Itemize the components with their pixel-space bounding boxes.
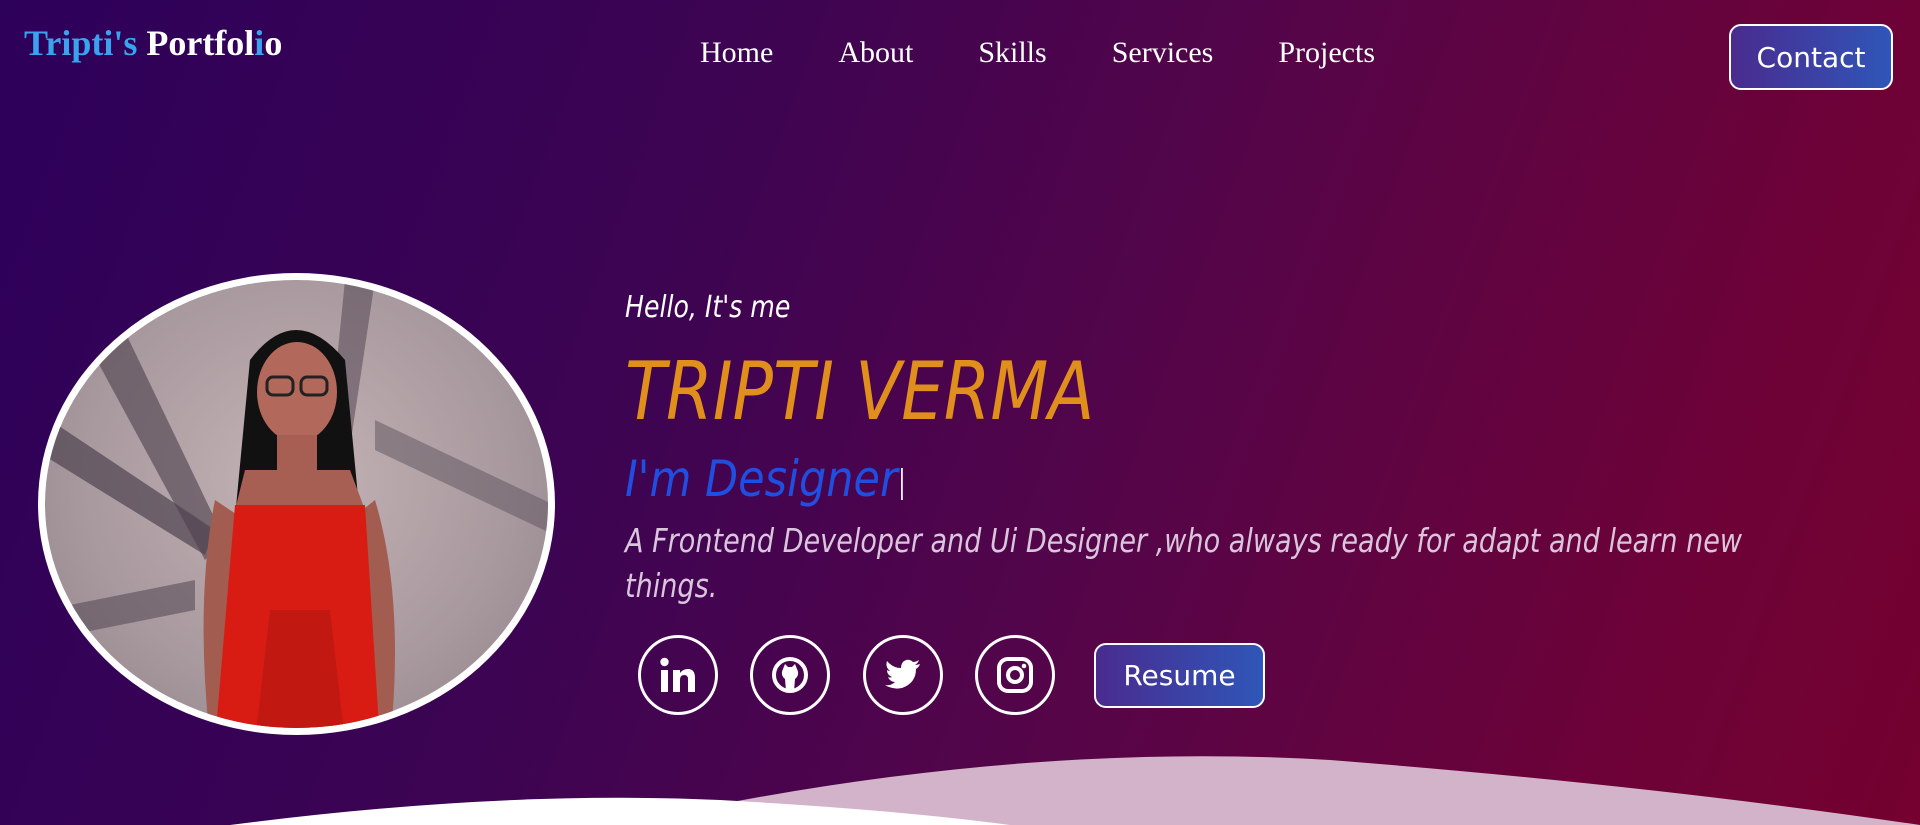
- hero-name: TRIPTI VERMA: [625, 345, 1095, 438]
- hero-role-text: I'm Designer: [625, 450, 898, 508]
- github-icon: [772, 657, 808, 693]
- instagram-icon: [997, 657, 1033, 693]
- logo-text-3: i: [254, 23, 265, 63]
- main-nav: Home About Skills Services Projects: [700, 36, 1375, 70]
- typing-cursor: [901, 468, 903, 500]
- linkedin-link[interactable]: [638, 635, 718, 715]
- github-link[interactable]: [750, 635, 830, 715]
- hero-greeting: Hello, It's me: [625, 290, 791, 325]
- nav-home[interactable]: Home: [700, 36, 773, 70]
- logo-text-4: o: [264, 23, 283, 63]
- hero-role: I'm Designer: [625, 450, 903, 508]
- nav-projects[interactable]: Projects: [1278, 36, 1375, 70]
- instagram-link[interactable]: [975, 635, 1055, 715]
- bottom-wave: [230, 756, 1920, 825]
- nav-services[interactable]: Services: [1112, 36, 1214, 70]
- twitter-link[interactable]: [863, 635, 943, 715]
- twitter-icon: [885, 659, 920, 689]
- nav-about[interactable]: About: [838, 36, 913, 70]
- hero-description: A Frontend Developer and Ui Designer ,wh…: [625, 521, 1743, 605]
- resume-button[interactable]: Resume: [1094, 643, 1265, 708]
- logo-text-1: Tripti's: [24, 23, 138, 63]
- nav-skills[interactable]: Skills: [978, 36, 1046, 70]
- linkedin-icon: [660, 657, 695, 692]
- logo-text-2: Portfol: [146, 23, 255, 63]
- profile-photo: [38, 273, 555, 735]
- contact-button[interactable]: Contact: [1729, 24, 1893, 90]
- site-logo[interactable]: Tripti's Portfolio: [24, 22, 282, 64]
